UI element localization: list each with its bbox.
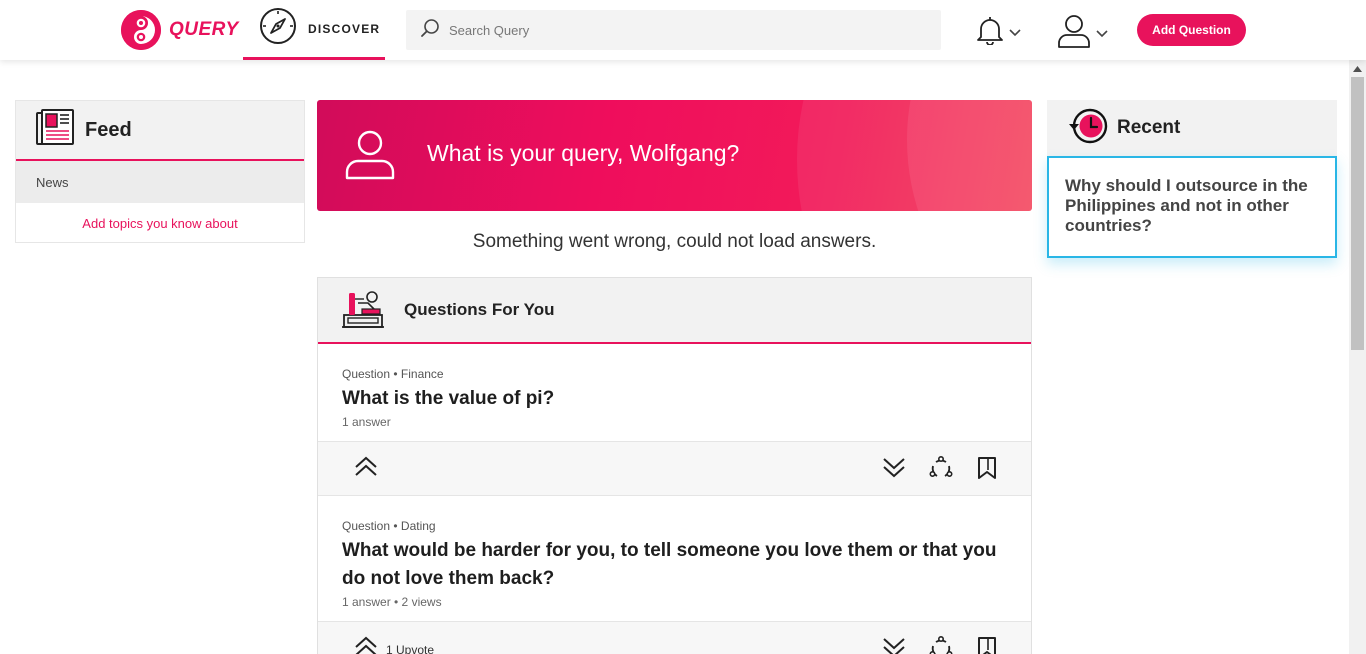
discover-label: DISCOVER bbox=[308, 21, 381, 36]
recent-title: Recent bbox=[1117, 117, 1181, 138]
logo[interactable]: QUERY bbox=[121, 10, 239, 50]
upvote-button[interactable] bbox=[354, 456, 386, 483]
chevron-down-icon bbox=[1009, 24, 1021, 42]
search-input[interactable] bbox=[449, 22, 919, 38]
question-meta: Question • Finance bbox=[342, 367, 444, 381]
question-stats: 1 answer bbox=[342, 415, 391, 429]
notifications-button[interactable] bbox=[976, 15, 1021, 50]
recent-question-card[interactable]: Why should I outsource in the Philippine… bbox=[1047, 156, 1337, 258]
recent-panel: Recent Why should I outsource in the Phi… bbox=[1047, 100, 1337, 258]
double-chevron-up-icon bbox=[354, 456, 378, 483]
bell-icon bbox=[976, 15, 1004, 50]
share-icon bbox=[929, 455, 953, 485]
ask-question-prompt: What is your query, Wolfgang? bbox=[427, 140, 740, 166]
question-title-link[interactable]: What would be harder for you, to tell so… bbox=[342, 537, 1007, 593]
share-button[interactable] bbox=[929, 455, 953, 485]
query-logo-icon bbox=[121, 10, 161, 50]
upvote-count: 1 Upvote bbox=[386, 642, 435, 654]
nav-discover-tab[interactable]: DISCOVER bbox=[243, 0, 385, 60]
page-scrollbar[interactable] bbox=[1349, 60, 1366, 654]
desk-icon bbox=[340, 285, 386, 336]
upvote-button[interactable]: 1 Upvote bbox=[354, 636, 434, 654]
search-bar bbox=[406, 10, 941, 50]
question-card: Question • Dating What would be harder f… bbox=[318, 496, 1031, 622]
error-message: Something went wrong, could not load ans… bbox=[472, 231, 877, 252]
questions-panel: Questions For You Question • Finance Wha… bbox=[317, 277, 1032, 654]
history-clock-icon bbox=[1067, 107, 1109, 150]
chevron-down-icon bbox=[1096, 25, 1108, 43]
search-icon bbox=[420, 18, 440, 43]
recent-question-link[interactable]: Why should I outsource in the Philippine… bbox=[1065, 176, 1319, 236]
question-meta: Question • Dating bbox=[342, 519, 436, 533]
feed-header: Feed bbox=[16, 101, 304, 161]
top-navigation-bar: QUERY DISCOVER Search Query Add Question bbox=[0, 0, 1366, 60]
bookmark-button[interactable] bbox=[977, 636, 997, 654]
brand-name: QUERY bbox=[169, 19, 239, 40]
bookmark-icon bbox=[977, 636, 997, 654]
feed-item-news[interactable]: News bbox=[16, 161, 304, 203]
questions-panel-title: Questions For You bbox=[404, 300, 555, 319]
question-actions-bar: 1 Upvote bbox=[318, 622, 1031, 654]
ask-question-banner[interactable]: What is your query, Wolfgang? bbox=[317, 100, 1032, 211]
scroll-up-arrow-icon[interactable] bbox=[1349, 60, 1366, 77]
newspaper-icon bbox=[35, 108, 75, 153]
scrollbar-thumb[interactable] bbox=[1351, 77, 1364, 350]
share-button[interactable] bbox=[929, 635, 953, 654]
question-actions-bar bbox=[318, 442, 1031, 496]
bookmark-button[interactable] bbox=[977, 456, 997, 485]
question-title-link[interactable]: What is the value of pi? bbox=[342, 385, 1007, 413]
account-menu-button[interactable] bbox=[1057, 13, 1108, 54]
recent-header: Recent bbox=[1047, 100, 1337, 156]
double-chevron-down-icon bbox=[882, 456, 906, 483]
feed-panel: Feed News Add topics you know about bbox=[15, 100, 305, 243]
questions-panel-header: Questions For You bbox=[318, 278, 1031, 344]
downvote-button[interactable] bbox=[882, 636, 906, 654]
question-stats: 1 answer • 2 views bbox=[342, 595, 442, 609]
banner-decoration bbox=[907, 100, 1032, 211]
bookmark-icon bbox=[977, 456, 997, 485]
feed-title: Feed bbox=[85, 118, 132, 141]
user-icon bbox=[1057, 13, 1091, 54]
downvote-button[interactable] bbox=[882, 456, 906, 483]
double-chevron-down-icon bbox=[882, 636, 906, 654]
add-question-button[interactable]: Add Question bbox=[1137, 14, 1246, 46]
share-icon bbox=[929, 635, 953, 654]
add-topics-link[interactable]: Add topics you know about bbox=[16, 203, 304, 243]
user-avatar-icon bbox=[343, 127, 397, 186]
double-chevron-up-icon bbox=[354, 636, 378, 654]
compass-icon bbox=[259, 7, 297, 50]
question-card: Question • Finance What is the value of … bbox=[318, 344, 1031, 442]
